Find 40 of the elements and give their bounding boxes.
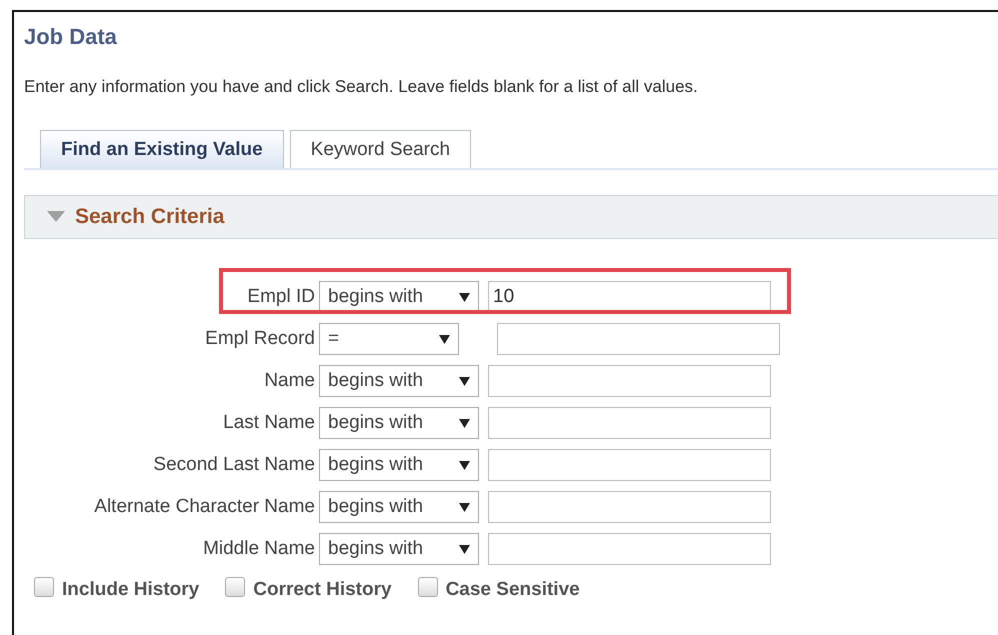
operator-dropdown[interactable]: begins with	[319, 491, 479, 523]
operator-dropdown[interactable]: begins with	[319, 407, 479, 439]
checkbox-option[interactable]: Include History	[34, 579, 200, 601]
page-title: Job Data	[24, 24, 118, 50]
input-field[interactable]	[488, 407, 771, 439]
operator-dropdown[interactable]: begins with	[319, 533, 479, 565]
caret-icon	[459, 376, 470, 386]
caret-icon	[459, 460, 470, 470]
input-field[interactable]	[488, 365, 771, 397]
input-field[interactable]	[488, 449, 771, 481]
field-label: Alternate Character Name	[93, 496, 316, 518]
input-field[interactable]	[497, 323, 780, 355]
checkbox[interactable]	[225, 577, 246, 597]
checkbox-option[interactable]: Case Sensitive	[418, 579, 580, 601]
tab[interactable]: Find an Existing Value	[40, 130, 284, 168]
section-header[interactable]: Search Criteria	[24, 195, 998, 239]
input-field[interactable]: 10	[488, 281, 771, 313]
operator-dropdown[interactable]: =	[319, 323, 459, 355]
field-label: Empl Record	[204, 328, 316, 350]
caret-icon	[459, 544, 470, 554]
caret-icon	[459, 418, 470, 428]
checkbox-option[interactable]: Correct History	[225, 579, 392, 601]
checkbox[interactable]	[34, 577, 54, 597]
checkbox[interactable]	[418, 577, 438, 597]
caret-icon	[459, 292, 470, 302]
input-field[interactable]	[488, 491, 771, 523]
field-label: Empl ID	[246, 286, 316, 308]
operator-dropdown[interactable]: begins with	[319, 449, 479, 481]
section-title: Search Criteria	[75, 205, 224, 229]
field-label: Second Last Name	[152, 454, 316, 476]
caret-icon	[439, 334, 450, 344]
input-field[interactable]	[488, 533, 771, 565]
field-label: Name	[263, 370, 316, 392]
field-label: Last Name	[222, 412, 316, 434]
instructions-text: Enter any information you have and click Search. Leave fields blank for a list of all values.	[24, 77, 699, 97]
tab[interactable]: Keyword Search	[290, 130, 472, 168]
operator-dropdown[interactable]: begins with	[319, 281, 479, 313]
caret-icon	[459, 502, 470, 512]
operator-dropdown[interactable]: begins with	[319, 365, 479, 397]
field-label: Middle Name	[202, 538, 316, 560]
